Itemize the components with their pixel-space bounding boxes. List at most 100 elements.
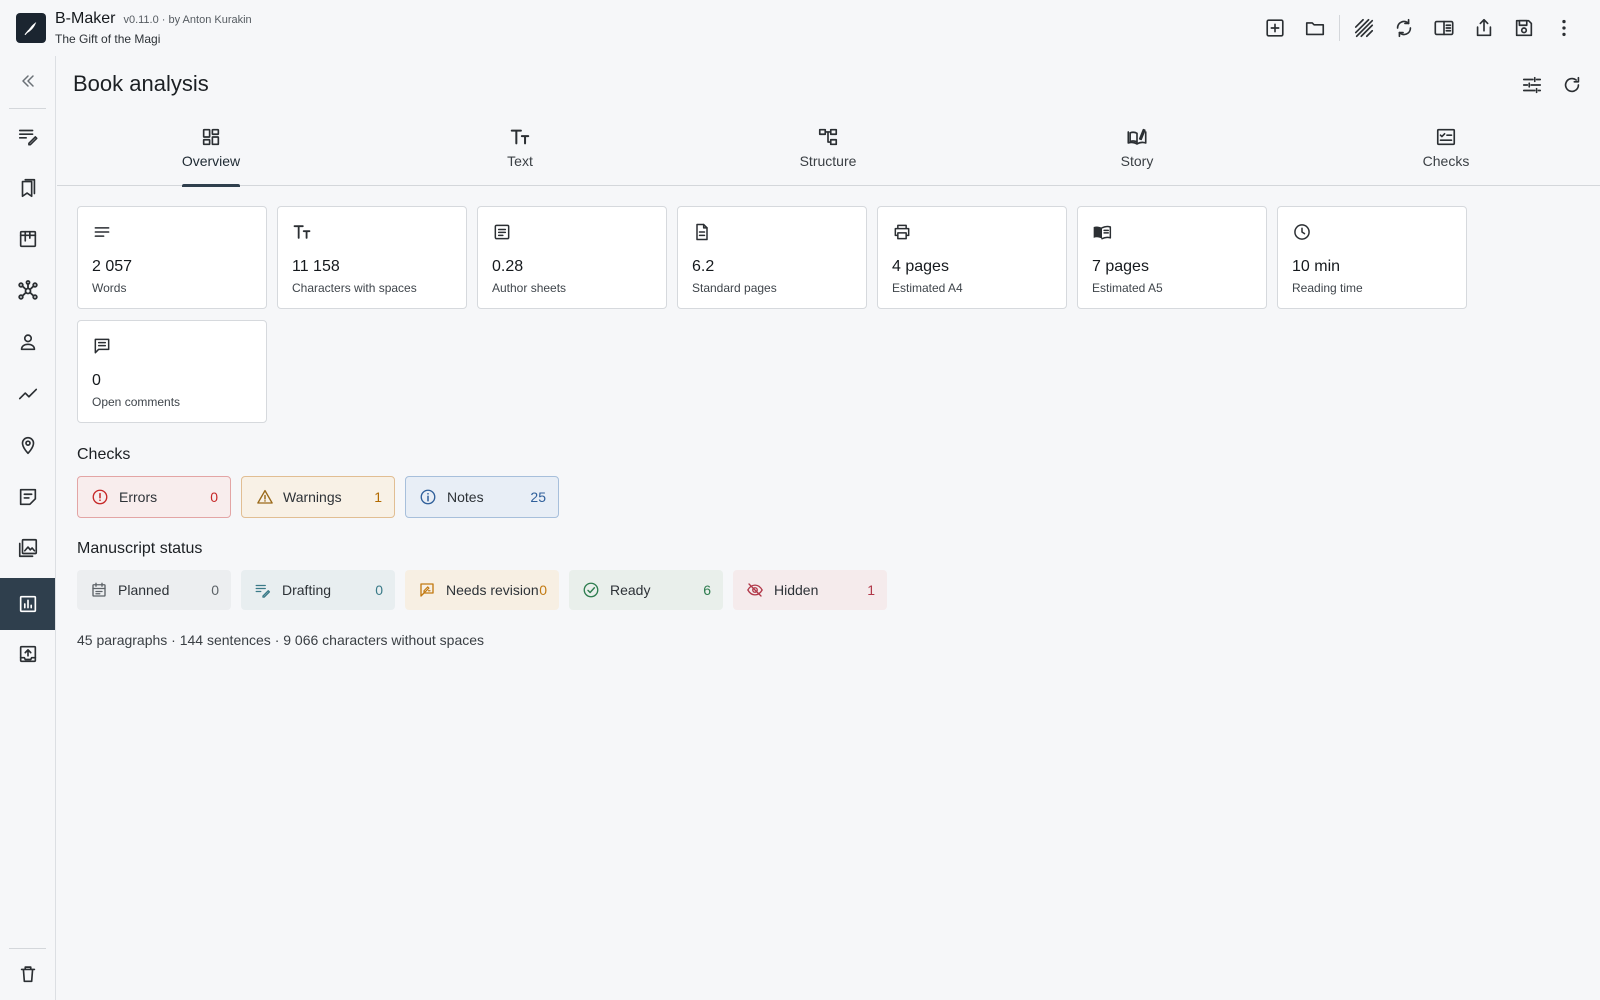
new-project-icon (1266, 19, 1284, 37)
checklist-icon (1436, 128, 1456, 146)
structure-icon (818, 128, 838, 146)
sidebar-item-analysis[interactable] (0, 578, 55, 630)
sidebar-item-notes[interactable] (0, 477, 55, 517)
tab-label: Story (1120, 153, 1154, 169)
status-label: Needs revision (446, 582, 539, 598)
tab-structure[interactable]: Structure (768, 118, 888, 186)
tune-icon (1522, 76, 1542, 94)
export-icon (19, 645, 36, 663)
app-title: B-Maker v0.11.0 · by Anton Kurakin (55, 10, 252, 28)
sidebar-item-images[interactable] (0, 528, 55, 568)
check-label: Warnings (283, 489, 342, 505)
collapse-icon (21, 75, 34, 87)
rate-review-icon (420, 583, 434, 597)
status-drafting[interactable]: Drafting 0 (241, 570, 395, 610)
status-ready[interactable]: Ready 6 (569, 570, 723, 610)
stat-card-estimated-a5: 7 pages Estimated A5 (1077, 206, 1267, 309)
app-logo (16, 13, 46, 43)
person-icon (20, 334, 35, 351)
tab-text[interactable]: Text (460, 118, 580, 186)
header-divider (1339, 15, 1340, 41)
stat-card-characters: 11 158 Characters with spaces (277, 206, 467, 309)
stat-value: 0.28 (492, 258, 524, 275)
edit-notes-icon (18, 129, 38, 146)
check-errors[interactable]: Errors 0 (77, 476, 231, 518)
sync-button[interactable] (1384, 14, 1424, 42)
sidebar-item-board[interactable] (0, 219, 55, 259)
split-view-button[interactable] (1424, 14, 1464, 42)
stat-value: 7 pages (1092, 258, 1149, 275)
sidebar-item-trash[interactable] (0, 954, 55, 994)
text-fields-icon (293, 225, 311, 239)
sidebar-item-locations[interactable] (0, 425, 55, 465)
texture-button[interactable] (1344, 14, 1384, 42)
sidebar-item-editor[interactable] (0, 116, 55, 156)
more-vert-icon (1562, 19, 1566, 37)
check-warnings[interactable]: Warnings 1 (241, 476, 395, 518)
stat-value: 4 pages (892, 258, 949, 275)
sidebar-item-timeline[interactable] (0, 374, 55, 414)
sidebar-item-relations[interactable] (0, 271, 55, 311)
page-title: Book analysis (73, 71, 209, 96)
error-icon (92, 489, 108, 505)
stat-label: Standard pages (692, 281, 777, 295)
tab-checks[interactable]: Checks (1386, 118, 1506, 186)
stat-label: Estimated A4 (892, 281, 963, 295)
sidebar-item-characters[interactable] (0, 322, 55, 362)
location-icon (21, 436, 34, 455)
stat-card-author-sheets: 0.28 Author sheets (477, 206, 667, 309)
network-icon (17, 280, 38, 300)
settings-tune-button[interactable] (1517, 70, 1547, 100)
more-menu-button[interactable] (1544, 14, 1584, 42)
new-project-button[interactable] (1255, 14, 1295, 42)
sidebar-divider (9, 108, 46, 109)
stat-label: Author sheets (492, 281, 567, 295)
timeline-icon (18, 388, 37, 400)
open-folder-button[interactable] (1295, 14, 1335, 42)
summary-stats: 45 paragraphs · 144 sentences · 9 066 ch… (77, 632, 485, 648)
stat-value: 11 158 (292, 258, 340, 275)
save-button[interactable] (1504, 14, 1544, 42)
save-icon (1515, 19, 1533, 37)
sidebar (0, 56, 56, 1000)
check-count: 1 (374, 489, 382, 505)
calendar-icon (92, 582, 106, 597)
status-hidden[interactable]: Hidden 1 (733, 570, 887, 610)
board-icon (19, 230, 36, 248)
print-icon (894, 224, 910, 240)
status-count: 0 (211, 582, 219, 598)
visibility-off-icon (747, 583, 763, 597)
sync-icon (1396, 18, 1412, 38)
story-icon (1127, 128, 1147, 145)
stat-label: Estimated A5 (1092, 281, 1163, 295)
manuscript-status-title: Manuscript status (77, 540, 203, 557)
clock-icon (1294, 224, 1310, 240)
comment-icon (94, 338, 110, 354)
open-folder-icon (1305, 22, 1325, 36)
refresh-button[interactable] (1557, 70, 1587, 100)
status-label: Hidden (774, 582, 819, 598)
status-planned[interactable]: Planned 0 (77, 570, 231, 610)
app-version: v0.11.0 · by Anton Kurakin (123, 14, 252, 26)
share-button[interactable] (1464, 14, 1504, 42)
status-needs-revision[interactable]: Needs revision 0 (405, 570, 559, 610)
tab-overview[interactable]: Overview (151, 118, 271, 187)
app-header: B-Maker v0.11.0 · by Anton Kurakin The G… (0, 0, 1600, 56)
tab-label: Checks (1422, 153, 1470, 169)
tab-story[interactable]: Story (1077, 118, 1197, 186)
check-notes[interactable]: Notes 25 (405, 476, 559, 518)
tab-label: Structure (799, 153, 857, 169)
sidebar-item-export[interactable] (0, 634, 55, 674)
sidebar-collapse-button[interactable] (0, 61, 55, 101)
stat-value: 10 min (1292, 258, 1341, 275)
tab-label: Overview (181, 153, 241, 169)
stat-card-standard-pages: 6.2 Standard pages (677, 206, 867, 309)
document-icon (696, 223, 708, 241)
status-count: 6 (703, 582, 711, 598)
check-label: Notes (447, 489, 484, 505)
sidebar-divider-bottom (9, 948, 46, 949)
stat-value: 0 (92, 372, 101, 389)
stat-label: Open comments (92, 395, 181, 409)
sidebar-item-bookmarks[interactable] (0, 168, 55, 208)
stat-card-estimated-a4: 4 pages Estimated A4 (877, 206, 1067, 309)
